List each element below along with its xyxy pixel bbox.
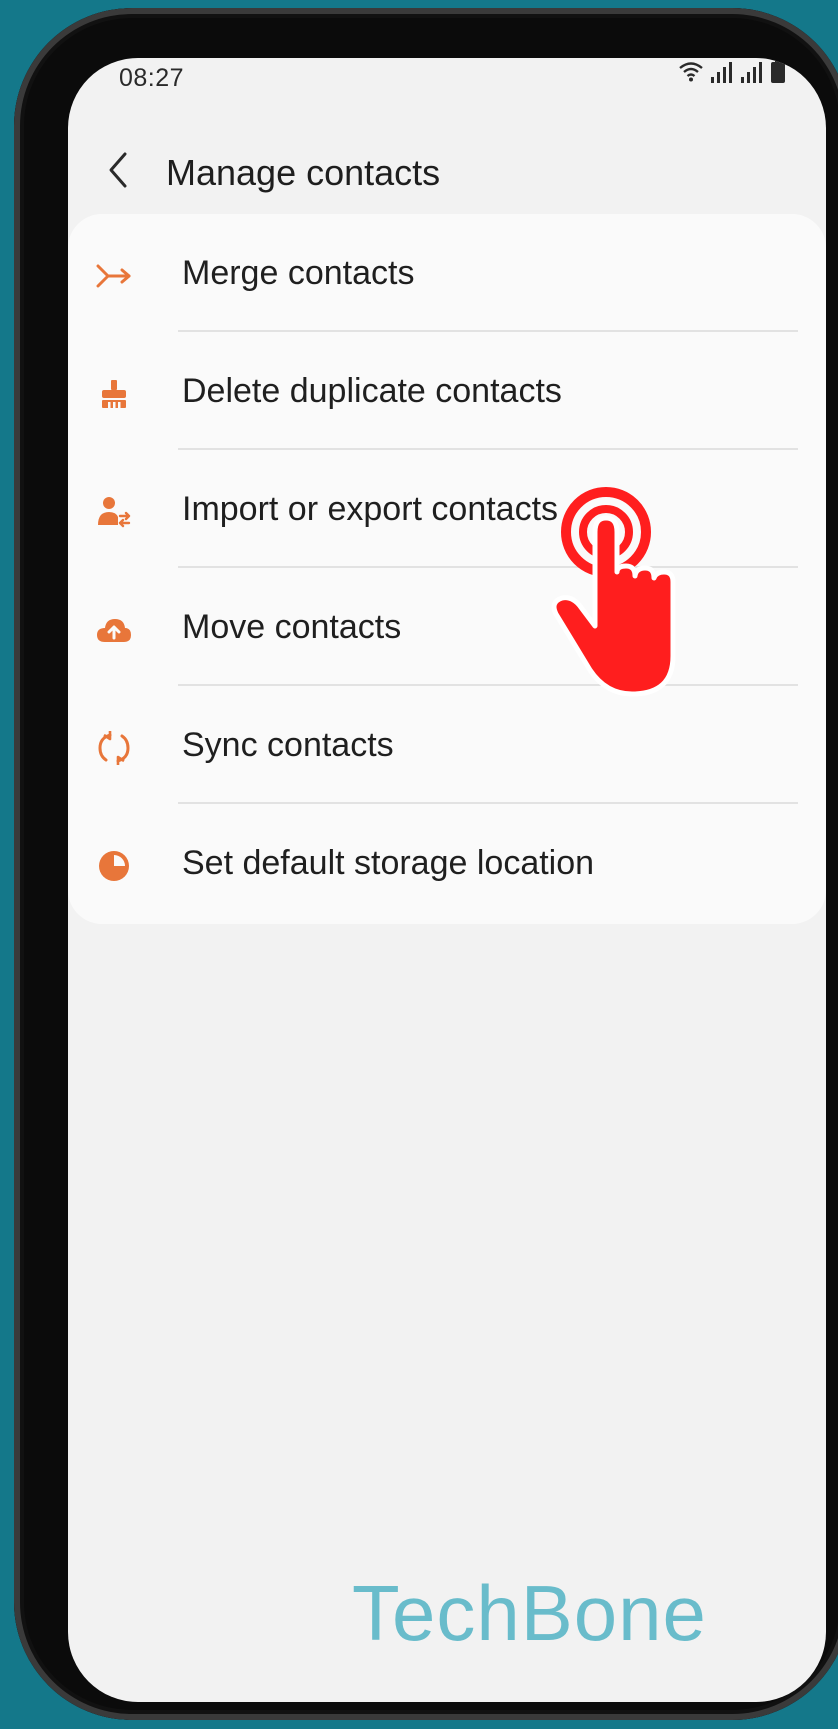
- person-swap-icon: [96, 494, 132, 530]
- status-icons: [678, 59, 786, 88]
- menu-item-label: Set default storage location: [182, 844, 595, 882]
- page-title: Manage contacts: [166, 152, 441, 193]
- menu-item-sync-contacts[interactable]: Sync contacts: [68, 686, 826, 804]
- broom-icon: [96, 376, 132, 412]
- back-button[interactable]: [94, 148, 142, 196]
- phone-frame: 08:27 Manage contacts Merge contacts Del…: [14, 8, 838, 1720]
- watermark: TechBone: [352, 1569, 707, 1657]
- signal-icon: [740, 61, 764, 88]
- status-bar: 08:27: [68, 58, 826, 108]
- wifi-icon: [678, 59, 704, 88]
- menu-item-delete-duplicate-contacts[interactable]: Delete duplicate contacts: [68, 332, 826, 450]
- merge-icon: [96, 258, 132, 294]
- menu-item-label: Merge contacts: [182, 254, 415, 292]
- status-time: 08:27: [119, 64, 185, 92]
- signal-icon: [710, 61, 734, 88]
- tap-hand-icon: [550, 486, 690, 698]
- chevron-left-icon: [103, 150, 133, 195]
- menu-item-merge-contacts[interactable]: Merge contacts: [68, 214, 826, 332]
- menu-item-import-export-contacts[interactable]: Import or export contacts: [68, 450, 826, 568]
- cloud-upload-icon: [96, 612, 132, 648]
- menu-item-label: Import or export contacts: [182, 490, 559, 528]
- menu-item-label: Sync contacts: [182, 726, 394, 764]
- menu-item-label: Move contacts: [182, 608, 402, 646]
- phone-screen: 08:27 Manage contacts Merge contacts Del…: [68, 58, 826, 1702]
- app-header: Manage contacts: [68, 108, 826, 228]
- battery-icon: [770, 59, 786, 88]
- menu-item-move-contacts[interactable]: Move contacts: [68, 568, 826, 686]
- sync-icon: [96, 730, 132, 766]
- menu-card: Merge contacts Delete duplicate contacts: [68, 214, 826, 924]
- pie-chart-icon: [96, 848, 132, 884]
- menu-item-label: Delete duplicate contacts: [182, 372, 562, 410]
- menu-item-set-default-storage[interactable]: Set default storage location: [68, 804, 826, 922]
